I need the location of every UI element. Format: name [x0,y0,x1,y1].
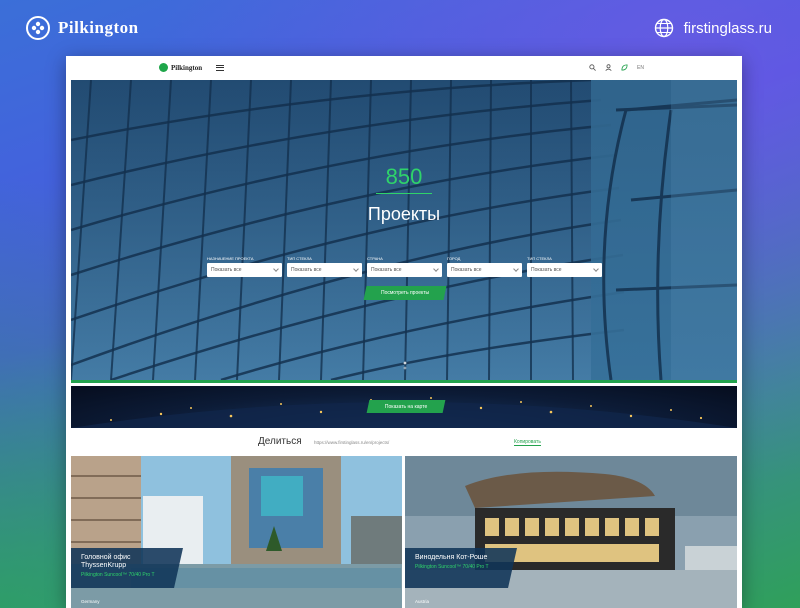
logo-mark-icon [159,63,168,72]
card-title: Винодельня Кот-Роше [415,554,488,561]
view-projects-label: Посмотреть проекты [380,290,430,296]
filter-value: Показать все [291,267,322,273]
hero-title: Проекты [367,204,441,224]
chevron-down-icon [593,266,599,272]
filter-value: Показать все [371,267,402,273]
card-product: Pilkington Suncool™ 70/40 Pro T [415,564,489,570]
card-caption: Винодельня Кот-Роше Pilkington Suncool™ … [405,548,517,588]
filter-glass-type-2: Тип стекла Показать все [527,256,602,277]
show-on-map-label: Показать на карте [384,403,428,410]
card-product: Pilkington Suncool™ 70/40 Pro T [81,572,155,578]
share-bar: Делиться https://www.firstinglass.ru/en/… [66,432,742,454]
filter-purpose: Назначение проекта Показать все [207,256,282,277]
filter-select[interactable]: Показать все [527,263,602,277]
search-icon[interactable] [589,64,596,71]
filter-label: Тип стекла [287,256,312,261]
brand: Pilkington [26,16,139,40]
site-nav: Pilkington EN [66,56,742,80]
filter-select[interactable]: Показать все [447,263,522,277]
filter-glass-type: Тип стекла Показать все [287,256,362,277]
hero-accent-bar [71,380,737,383]
nav-logo[interactable]: Pilkington [159,63,202,72]
project-count: 850 [385,164,423,189]
globe-icon [654,18,673,38]
share-url[interactable]: https://www.firstinglass.ru/en/projects/ [314,440,389,445]
card-country: Germany [81,599,100,604]
show-on-map-button[interactable]: Показать на карте [366,400,446,413]
language-selector[interactable]: EN [637,65,644,71]
site-preview: Pilkington EN 850 Проекты НАЗНАЧЕНИЕ ПРО… [66,56,742,608]
filter-label: Город [447,256,461,261]
filter-bar: Назначение проекта Показать все Тип стек… [207,256,602,277]
card-caption: Головной офис ThyssenKrupp Pilkington Su… [71,548,183,588]
filter-label: Назначение проекта [207,256,254,261]
card-title: Головной офис ThyssenKrupp [81,554,131,569]
project-card[interactable]: Головной офис ThyssenKrupp Pilkington Su… [71,456,402,608]
menu-icon[interactable] [216,65,224,71]
filter-label: Страна [367,256,383,261]
nav-icons: EN [589,64,644,71]
filter-value: Показать все [211,267,242,273]
hero-overlay [71,80,737,380]
filter-select[interactable]: Показать все [207,263,282,277]
filter-value: Показать все [451,267,482,273]
view-projects-button[interactable]: Посмотреть проекты [363,286,447,300]
leaf-icon[interactable] [621,64,628,71]
filter-city: Город Показать все [447,256,522,277]
filter-country: Страна Показать все [367,256,442,277]
chevron-down-icon [353,266,359,272]
filter-value: Показать все [531,267,562,273]
hero-divider [376,193,432,194]
world-map-banner: Показать на карте [71,386,737,428]
chevron-down-icon [273,266,279,272]
nav-logo-text: Pilkington [171,63,203,72]
filter-select[interactable]: Показать все [367,263,442,277]
chevron-down-icon [513,266,519,272]
card-country: Austria [415,599,430,604]
share-title: Делиться [258,436,302,447]
scroll-down-icon[interactable] [402,360,408,372]
filter-select[interactable]: Показать все [287,263,362,277]
hero: 850 Проекты Назначение проекта Показать … [71,80,737,380]
chevron-down-icon [433,266,439,272]
user-icon[interactable] [605,64,612,71]
project-card[interactable]: Винодельня Кот-Роше Pilkington Suncool™ … [405,456,737,608]
brand-name: Pilkington [58,18,139,37]
top-banner: Pilkington firstinglass.ru [0,0,800,56]
copy-link-button[interactable]: Копировать [514,439,541,446]
site-url: firstinglass.ru [683,19,772,37]
pilkington-logo-icon [26,16,50,40]
filter-label: Тип стекла [527,256,552,261]
site-link[interactable]: firstinglass.ru [654,18,772,38]
